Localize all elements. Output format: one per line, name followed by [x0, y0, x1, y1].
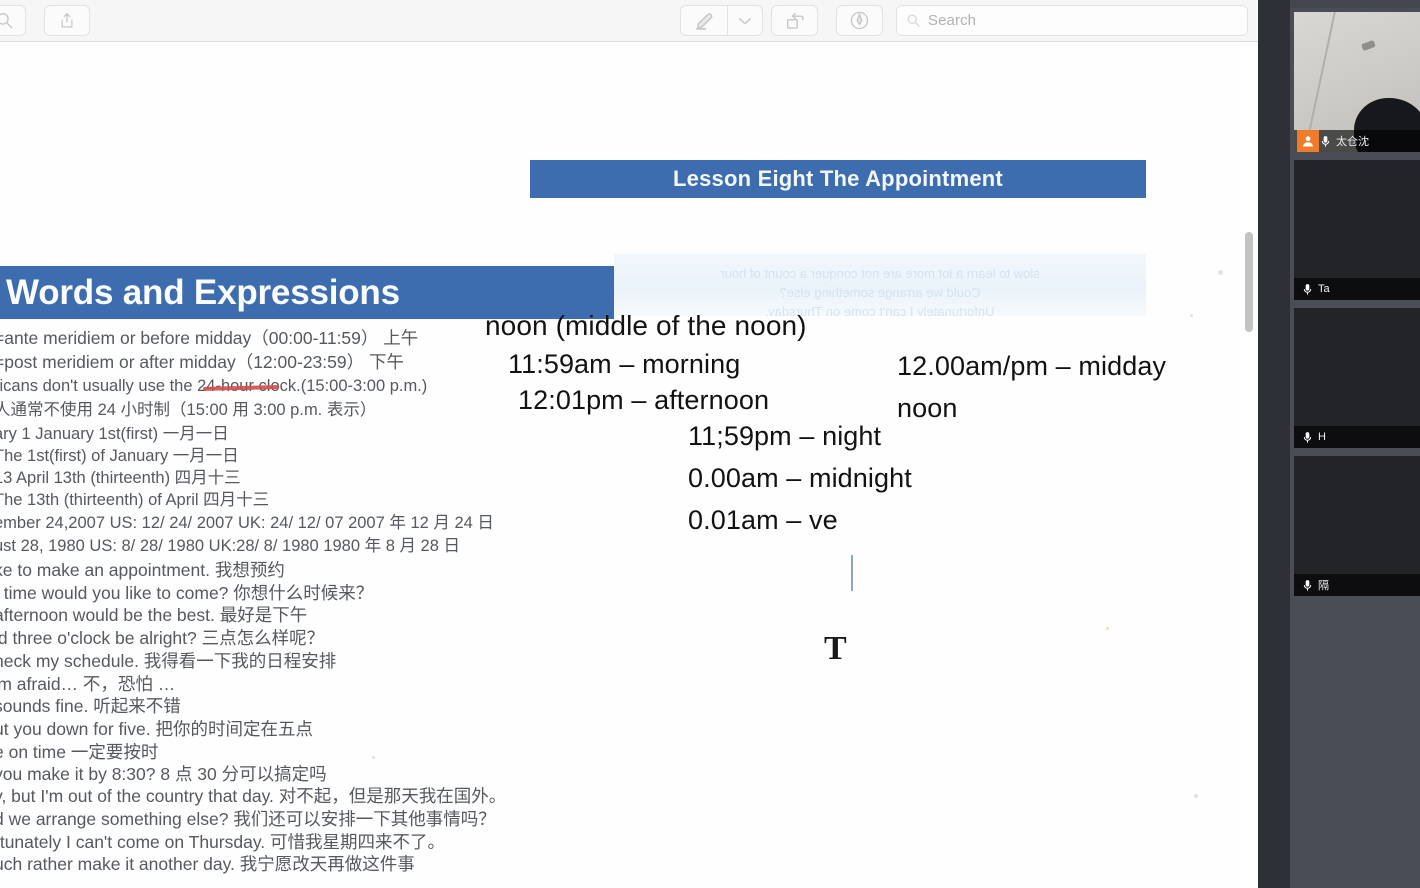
participant-name: H — [1318, 431, 1326, 443]
highlighter-options-button[interactable] — [727, 5, 763, 36]
scan-line: The 13th (thirteenth) of April 四月十三 — [0, 491, 270, 509]
annotation-text[interactable]: noon — [897, 393, 957, 424]
annotation-text[interactable]: 12:01pm – afternoon — [518, 385, 769, 416]
document-page: slow to learn a lot more are not conquer… — [0, 42, 1240, 888]
text-tool-marker[interactable]: T — [824, 630, 847, 668]
annotation-text[interactable]: 12.00am/pm – midday — [897, 351, 1166, 382]
highlighter-tool-button[interactable] — [680, 5, 727, 36]
scan-speck — [1190, 314, 1193, 317]
mic-icon — [1319, 134, 1332, 149]
scan-line: ut you down for five. 把你的时间定在五点 — [0, 719, 313, 739]
annotation-text[interactable]: 0.00am – midnight — [688, 463, 912, 494]
share-icon — [61, 13, 73, 28]
tile-footer: 太仓沈 — [1294, 130, 1420, 152]
scan-line: you make it by 8:30? 8 点 30 分可以搞定吗 — [0, 764, 327, 784]
participant-name: 隔 — [1318, 580, 1329, 592]
scan-speck — [372, 756, 375, 759]
annotation-text[interactable]: 0.01am – ve — [688, 505, 838, 536]
scan-line: ember 24,2007 US: 12/ 24/ 2007 UK: 24/ 1… — [0, 514, 494, 532]
scan-line: uch rather make it another day. 我宁愿改天再做这… — [0, 854, 415, 874]
rotate-button[interactable] — [771, 5, 818, 36]
scan-line: ary 1 January 1st(first) 一月一日 — [0, 425, 229, 443]
markup-button[interactable] — [836, 5, 883, 36]
scan-line: 'm afraid… 不，恐怕 … — [0, 674, 176, 694]
document-scrollbar[interactable] — [1240, 42, 1258, 888]
scan-line: d we arrange something else? 我们还可以安排一下其他… — [0, 809, 496, 829]
scan-line: 13 April 13th (thirteenth) 四月十三 — [0, 469, 241, 487]
scan-line: y, but I'm out of the country that day. … — [0, 786, 507, 806]
scan-line: ust 28, 1980 US: 8/ 28/ 1980 UK:28/ 8/ 1… — [0, 537, 460, 555]
participant-name: Ta — [1318, 283, 1330, 295]
rotate-icon — [786, 12, 804, 29]
search-placeholder: Search — [928, 12, 977, 29]
participant-tile[interactable]: Ta — [1294, 160, 1420, 300]
scan-speck — [1106, 627, 1109, 630]
preview-window: Search slow to learn a lot more are not … — [0, 0, 1258, 888]
participant-name: 太仓沈 — [1336, 136, 1369, 148]
screen: Search slow to learn a lot more are not … — [0, 0, 1420, 888]
toolbar: Search — [0, 0, 1258, 42]
share-button[interactable] — [44, 5, 90, 36]
document-canvas[interactable]: slow to learn a lot more are not conquer… — [0, 42, 1240, 888]
magnifier-icon — [0, 13, 12, 29]
participant-tile[interactable]: 太仓沈 — [1294, 12, 1420, 152]
zoom-button[interactable] — [0, 5, 26, 36]
scrollbar-thumb[interactable] — [1245, 232, 1253, 332]
scan-line: t time would you like to come? 你想什么时候来？ — [0, 583, 374, 603]
scan-speck — [1218, 270, 1223, 275]
text-caret — [851, 555, 853, 591]
chevron-down-icon — [739, 17, 751, 24]
scanned-text-block: =ante meridiem or before midday（00:00-11… — [0, 42, 700, 888]
tile-footer: Ta — [1294, 278, 1420, 300]
annotation-text[interactable]: 11:59am – morning — [508, 349, 740, 380]
scan-line: heck my schedule. 我得看一下我的日程安排 — [0, 651, 337, 671]
search-icon — [907, 14, 920, 27]
mic-icon — [1301, 282, 1314, 297]
annotation-text[interactable]: noon (middle of the noon) — [485, 310, 807, 342]
scan-line: sounds fine. 听起来不错 — [0, 696, 181, 716]
scan-line: ke to make an appointment. 我想预约 — [0, 560, 285, 580]
markup-pen-circle-icon — [850, 11, 869, 30]
meeting-sidebar: 太仓沈 Ta H 隔 — [1258, 0, 1420, 888]
lesson-title-text: Lesson Eight The Appointment — [673, 166, 1003, 191]
scan-line: =post meridiem or after midday（12:00-23:… — [0, 352, 404, 372]
participant-tile[interactable]: 隔 — [1294, 456, 1420, 596]
scan-line: rtunately I can't come on Thursday. 可惜我星… — [0, 832, 446, 852]
search-input[interactable]: Search — [896, 5, 1248, 36]
mic-icon — [1301, 430, 1314, 445]
mic-icon — [1301, 578, 1314, 593]
meeting-window-titlebar[interactable] — [1290, 0, 1420, 8]
scan-line: The 1st(first) of January 一月一日 — [0, 447, 239, 465]
scan-line: afternoon would be the best. 最好是下午 — [0, 605, 308, 625]
scan-line: 人通常不使用 24 小时制（15:00 用 3:00 p.m. 表示） — [0, 401, 377, 419]
scan-line: =ante meridiem or before midday（00:00-11… — [0, 328, 419, 348]
scan-line: ld three o'clock be alright? 三点怎么样呢？ — [0, 628, 325, 648]
scan-line: e on time 一定要按时 — [0, 742, 159, 762]
participant-video-strip[interactable]: 太仓沈 Ta H 隔 — [1290, 8, 1420, 888]
annotation-text[interactable]: 11;59pm – night — [688, 421, 881, 452]
person-avatar-icon — [1297, 130, 1319, 152]
scan-speck — [1194, 794, 1198, 798]
participant-tile[interactable]: H — [1294, 308, 1420, 448]
highlighter-pen-icon — [695, 13, 712, 30]
tile-footer: H — [1294, 426, 1420, 448]
tile-footer: 隔 — [1294, 574, 1420, 596]
